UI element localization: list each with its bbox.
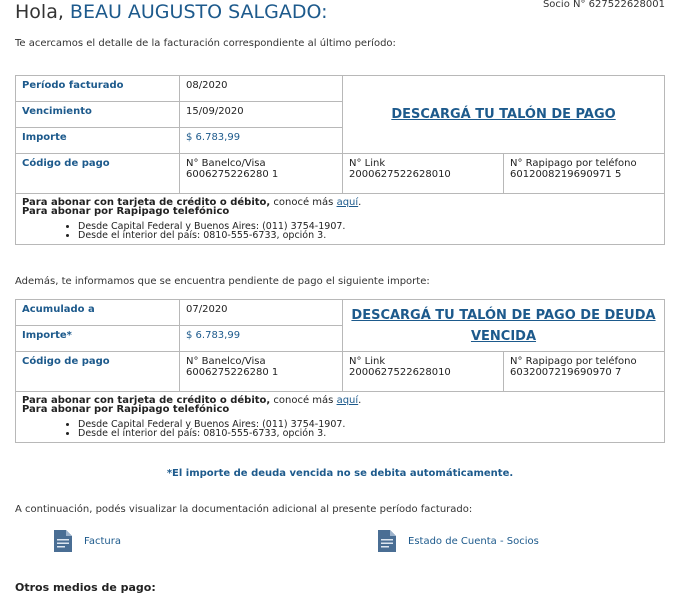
factura-link[interactable]: Factura [54, 530, 121, 552]
other-payment-heading: Otros medios de pago: [15, 581, 156, 594]
importe-value: $ 6.783,99 [179, 127, 343, 154]
document-icon [378, 530, 396, 552]
vencimiento-value: 15/09/2020 [179, 101, 343, 128]
documents-list: Factura Estado de Cuenta - Socios [0, 530, 692, 556]
rapipago-note-bold: Para abonar por Rapipago telefónico [22, 404, 230, 415]
importe-label: Importe [15, 127, 180, 154]
periodo-label: Período facturado [15, 75, 180, 102]
banelco-label: N° Banelco/Visa [186, 356, 266, 367]
download-talon-link[interactable]: DESCARGÁ TU TALÓN DE PAGO [391, 107, 615, 122]
link-cell: N° Link 2000627522628010 [342, 351, 504, 392]
banelco-value: 6006275226280 1 [186, 367, 279, 378]
rapipago-cell: N° Rapipago por teléfono 6012008219690971… [503, 153, 665, 194]
acumulado-value: 07/2020 [179, 299, 343, 326]
periodo-value: 08/2020 [179, 75, 343, 102]
rapipago-label: N° Rapipago por teléfono [510, 158, 637, 169]
link-label: N° Link [349, 158, 386, 169]
card-note-text: conocé más [270, 395, 337, 406]
factura-label: Factura [84, 535, 121, 547]
card-info-link[interactable]: aquí [337, 395, 359, 406]
card-info-link[interactable]: aquí [337, 197, 359, 208]
rapipago-note-bold: Para abonar por Rapipago telefónico [22, 206, 230, 217]
banelco-label: N° Banelco/Visa [186, 158, 266, 169]
intro2-text: Además, te informamos que se encuentra p… [15, 276, 430, 287]
link-label: N° Link [349, 356, 386, 367]
link-value: 2000627522628010 [349, 169, 451, 180]
card-note-text: conocé más [270, 197, 337, 208]
greeting: Hola, BEAU AUGUSTO SALGADO: [15, 1, 327, 23]
estado-cuenta-link[interactable]: Estado de Cuenta - Socios [378, 530, 539, 552]
codigo-pago-label: Código de pago [15, 351, 180, 392]
socio-number: Socio N° 627522628001 [542, 0, 665, 10]
banelco-cell: N° Banelco/Visa 6006275226280 1 [179, 153, 343, 194]
importe-debt-value: $ 6.783,99 [179, 325, 343, 352]
banelco-value: 6006275226280 1 [186, 169, 279, 180]
greeting-hola: Hola, [15, 1, 64, 23]
link-cell: N° Link 2000627522628010 [342, 153, 504, 194]
download-debt-link[interactable]: DESCARGÁ TU TALÓN DE PAGO DE DEUDA VENCI… [351, 308, 655, 344]
document-icon [54, 530, 72, 552]
debt-table: Acumulado a 07/2020 DESCARGÁ TU TALÓN DE… [15, 299, 665, 443]
banelco-cell: N° Banelco/Visa 6006275226280 1 [179, 351, 343, 392]
card-note-end: . [358, 395, 362, 406]
link-value: 2000627522628010 [349, 367, 451, 378]
codigo-pago-label: Código de pago [15, 153, 180, 194]
list-item: Desde el interior del país: 0810-555-673… [78, 429, 658, 439]
card-note-end: . [358, 197, 362, 208]
billing-table: Período facturado 08/2020 DESCARGÁ TU TA… [15, 75, 665, 245]
payment-note: Para abonar con tarjeta de crédito o déb… [15, 193, 665, 245]
rapipago-value: 6012008219690971 5 [510, 169, 622, 180]
phone-list: Desde Capital Federal y Buenos Aires: (0… [22, 222, 658, 241]
customer-name: BEAU AUGUSTO SALGADO: [69, 1, 328, 23]
acumulado-label: Acumulado a [15, 299, 180, 326]
download-cell: DESCARGÁ TU TALÓN DE PAGO [342, 75, 665, 154]
rapipago-value: 6032007219690970 7 [510, 367, 622, 378]
phone-list: Desde Capital Federal y Buenos Aires: (0… [22, 420, 658, 439]
estado-cuenta-label: Estado de Cuenta - Socios [408, 535, 539, 547]
rapipago-label: N° Rapipago por teléfono [510, 356, 637, 367]
importe-debt-label: Importe* [15, 325, 180, 352]
intro3-text: A continuación, podés visualizar la docu… [15, 504, 473, 515]
vencimiento-label: Vencimiento [15, 101, 180, 128]
debt-warning: *El importe de deuda vencida no se debit… [166, 468, 514, 479]
download-debt-cell: DESCARGÁ TU TALÓN DE PAGO DE DEUDA VENCI… [342, 299, 665, 352]
intro-text: Te acercamos el detalle de la facturació… [15, 38, 396, 49]
payment-note: Para abonar con tarjeta de crédito o déb… [15, 391, 665, 443]
list-item: Desde el interior del país: 0810-555-673… [78, 231, 658, 241]
rapipago-cell: N° Rapipago por teléfono 6032007219690970… [503, 351, 665, 392]
